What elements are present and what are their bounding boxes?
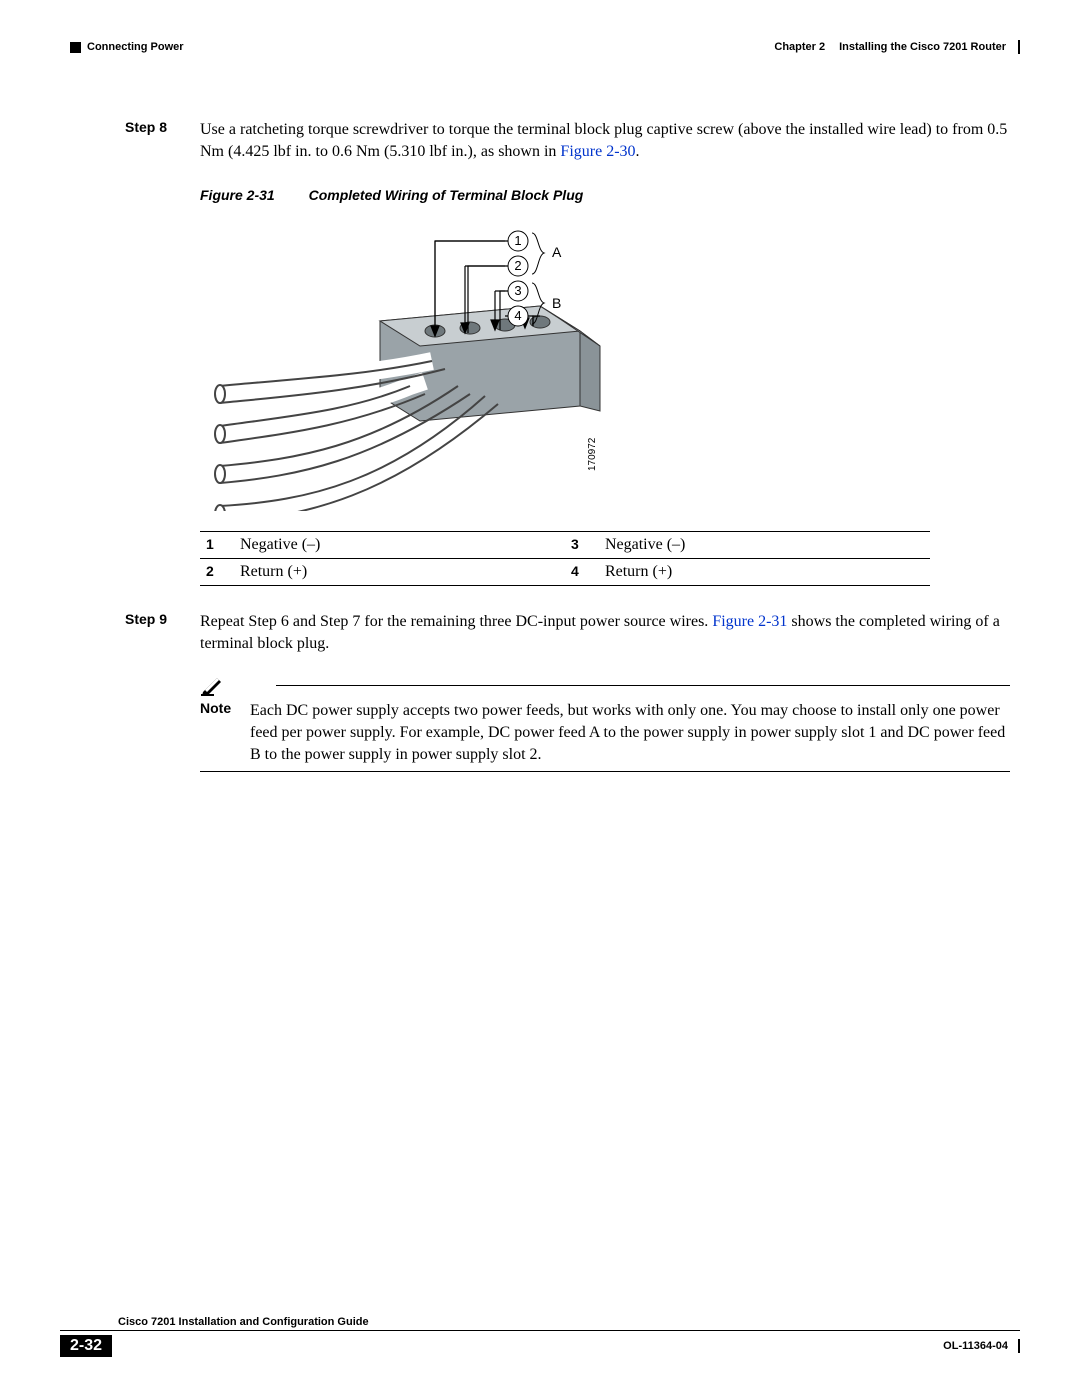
callout-3: 3: [514, 283, 521, 298]
legend-text: Negative (–): [599, 532, 930, 559]
legend-num: 2: [200, 559, 234, 586]
doc-number: OL-11364-04: [943, 1340, 1008, 1352]
note-label: Note: [200, 700, 250, 716]
figure-2-31-link[interactable]: Figure 2-31: [712, 613, 787, 630]
header-section: Connecting Power: [87, 41, 184, 53]
step-text: Repeat Step 6 and Step 7 for the remaini…: [200, 611, 1010, 654]
callout-4: 4: [514, 308, 521, 323]
figure-image-id: 170972: [587, 437, 598, 471]
callout-A: A: [552, 244, 562, 260]
step-8: Step 8 Use a ratcheting torque screwdriv…: [70, 119, 1020, 162]
figure-2-30-link[interactable]: Figure 2-30: [560, 143, 635, 160]
figure-title: Completed Wiring of Terminal Block Plug: [309, 187, 584, 203]
note-text: Each DC power supply accepts two power f…: [250, 700, 1010, 765]
chapter-label: Chapter 2: [774, 41, 825, 53]
figure-illustration: 1 2 3 4 A B 170972: [200, 211, 1020, 516]
page-number-badge: 2-32: [60, 1335, 112, 1357]
legend-text: Return (+): [234, 559, 565, 586]
step-9: Step 9 Repeat Step 6 and Step 7 for the …: [70, 611, 1020, 654]
figure-number: Figure 2-31: [200, 187, 275, 203]
note-block: Note Each DC power supply accepts two po…: [200, 674, 1010, 772]
step9-text-before: Repeat Step 6 and Step 7 for the remaini…: [200, 613, 712, 630]
legend-table: 1 Negative (–) 3 Negative (–) 2 Return (…: [200, 531, 930, 586]
header-bar-icon: [1018, 40, 1020, 54]
table-row: 1 Negative (–) 3 Negative (–): [200, 532, 930, 559]
legend-num: 4: [565, 559, 599, 586]
note-pencil-icon: [200, 674, 226, 696]
step-label: Step 9: [125, 611, 200, 627]
page-header: Connecting Power Chapter 2 Installing th…: [70, 40, 1020, 54]
page-footer: Cisco 7201 Installation and Configuratio…: [60, 1316, 1020, 1357]
footer-guide-title: Cisco 7201 Installation and Configuratio…: [60, 1316, 1020, 1331]
header-square-icon: [70, 42, 81, 53]
figure-caption: Figure 2-31 Completed Wiring of Terminal…: [200, 187, 1020, 203]
step8-text-after: .: [636, 143, 640, 160]
chapter-title: Installing the Cisco 7201 Router: [839, 41, 1006, 53]
callout-2: 2: [514, 258, 521, 273]
legend-text: Negative (–): [234, 532, 565, 559]
step-label: Step 8: [125, 119, 200, 135]
legend-num: 3: [565, 532, 599, 559]
step-text: Use a ratcheting torque screwdriver to t…: [200, 119, 1010, 162]
legend-num: 1: [200, 532, 234, 559]
footer-bar-icon: [1018, 1339, 1020, 1353]
callout-B: B: [552, 295, 561, 311]
legend-text: Return (+): [599, 559, 930, 586]
table-row: 2 Return (+) 4 Return (+): [200, 559, 930, 586]
callout-1: 1: [514, 233, 521, 248]
header-chapter: Chapter 2 Installing the Cisco 7201 Rout…: [774, 41, 1006, 53]
